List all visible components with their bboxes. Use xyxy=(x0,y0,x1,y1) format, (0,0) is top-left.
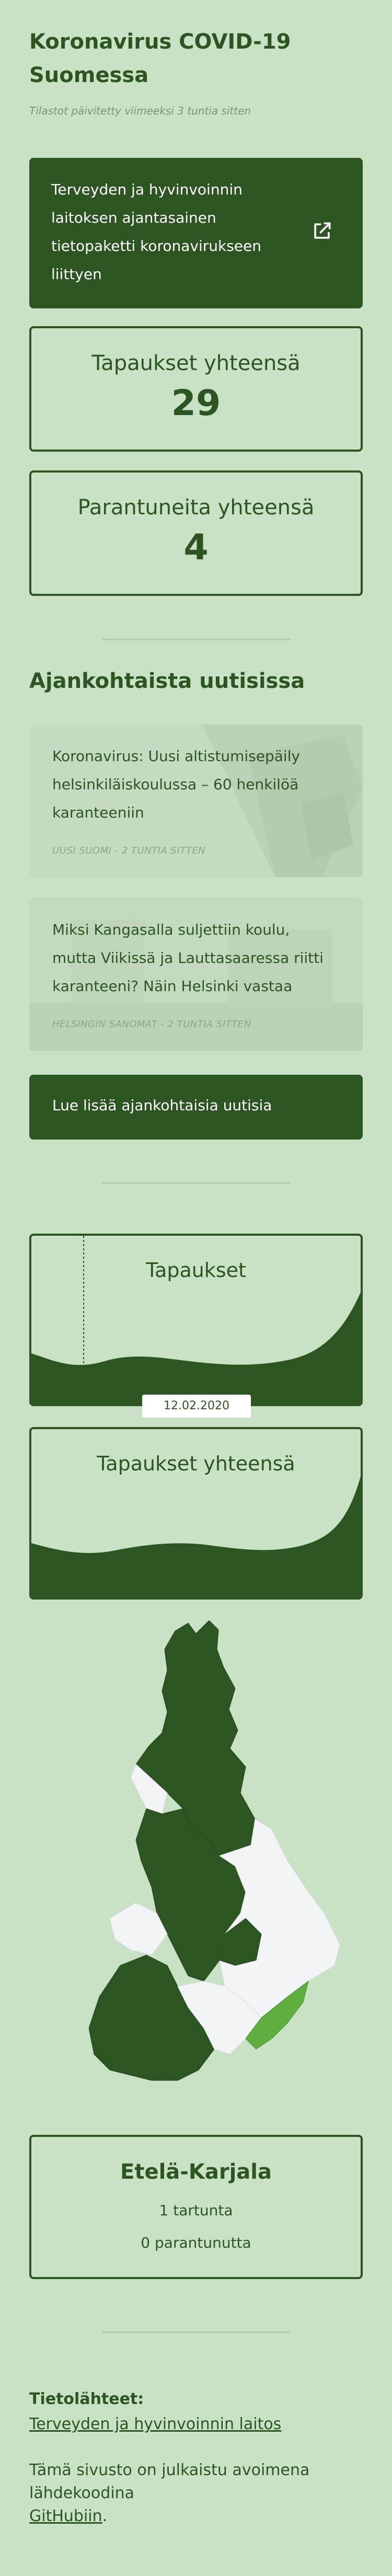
divider xyxy=(102,1182,290,1184)
github-link[interactable]: GitHubiin xyxy=(29,2507,102,2525)
total-recovered-value: 4 xyxy=(183,527,209,568)
sources-label: Tietolähteet: xyxy=(29,2390,144,2408)
daily-cases-chart[interactable]: Tapaukset xyxy=(29,1234,363,1406)
region-infections: 1 tartunta xyxy=(159,2202,233,2219)
external-link-icon xyxy=(314,222,331,239)
last-updated-text: Tilastot päivitetty viimeeksi 3 tuntia s… xyxy=(29,105,251,117)
open-source-text: Tämä sivusto on julkaistu avoimena lähde… xyxy=(29,2461,310,2502)
total-recovered-label: Parantuneita yhteensä xyxy=(77,496,315,520)
news-meta: HELSINGIN SANOMAT - 2 TUNTIA SITTEN xyxy=(52,1019,251,1030)
page-title: Koronavirus COVID-19 Suomessa xyxy=(29,30,291,87)
daily-cases-title: Tapaukset xyxy=(146,1259,246,1282)
thl-info-text: Terveyden ja hyvinvoinnin laitoksen ajan… xyxy=(51,181,261,283)
news-card[interactable]: Koronavirus: Uusi altistumisepäily helsi… xyxy=(29,724,363,877)
region-name: Etelä-Karjala xyxy=(120,2160,272,2184)
thl-info-link-card[interactable]: Terveyden ja hyvinvoinnin laitoksen ajan… xyxy=(29,158,363,308)
more-news-button[interactable]: Lue lisää ajankohtaisia uutisia xyxy=(29,1075,363,1140)
total-cases-title: Tapaukset yhteensä xyxy=(97,1452,295,1475)
period: . xyxy=(102,2507,108,2525)
news-title: Miksi Kangasalla suljettiin koulu, mutta… xyxy=(52,921,324,995)
total-recovered-box: Parantuneita yhteensä 4 xyxy=(29,470,363,596)
thl-source-link[interactable]: Terveyden ja hyvinvoinnin laitos xyxy=(29,2415,281,2433)
total-cases-box: Tapaukset yhteensä 29 xyxy=(29,326,363,452)
news-section-title: Ajankohtaista uutisissa xyxy=(29,669,305,693)
selected-date-label: 12.02.2020 xyxy=(142,1395,251,1418)
total-cases-chart[interactable]: Tapaukset yhteensä xyxy=(29,1427,363,1600)
page: Koronavirus COVID-19 Suomessa Tilastot p… xyxy=(0,0,392,2576)
total-cases-value: 29 xyxy=(171,383,221,424)
news-card[interactable]: Miksi Kangasalla suljettiin koulu, mutta… xyxy=(29,898,363,1051)
divider xyxy=(102,639,290,640)
finland-region-map[interactable] xyxy=(89,1620,350,2122)
region-info-box: Etelä-Karjala 1 tartunta 0 parantunutta xyxy=(29,2135,363,2279)
divider xyxy=(102,2331,290,2333)
news-meta: UUSI SUOMI - 2 TUNTIA SITTEN xyxy=(52,845,206,856)
region-recovered: 0 parantunutta xyxy=(141,2234,251,2251)
news-title: Koronavirus: Uusi altistumisepäily helsi… xyxy=(52,748,301,821)
more-news-label: Lue lisää ajankohtaisia uutisia xyxy=(52,1097,272,1114)
open-source-notice: Tämä sivusto on julkaistu avoimena lähde… xyxy=(29,2459,322,2528)
total-cases-label: Tapaukset yhteensä xyxy=(91,351,301,375)
